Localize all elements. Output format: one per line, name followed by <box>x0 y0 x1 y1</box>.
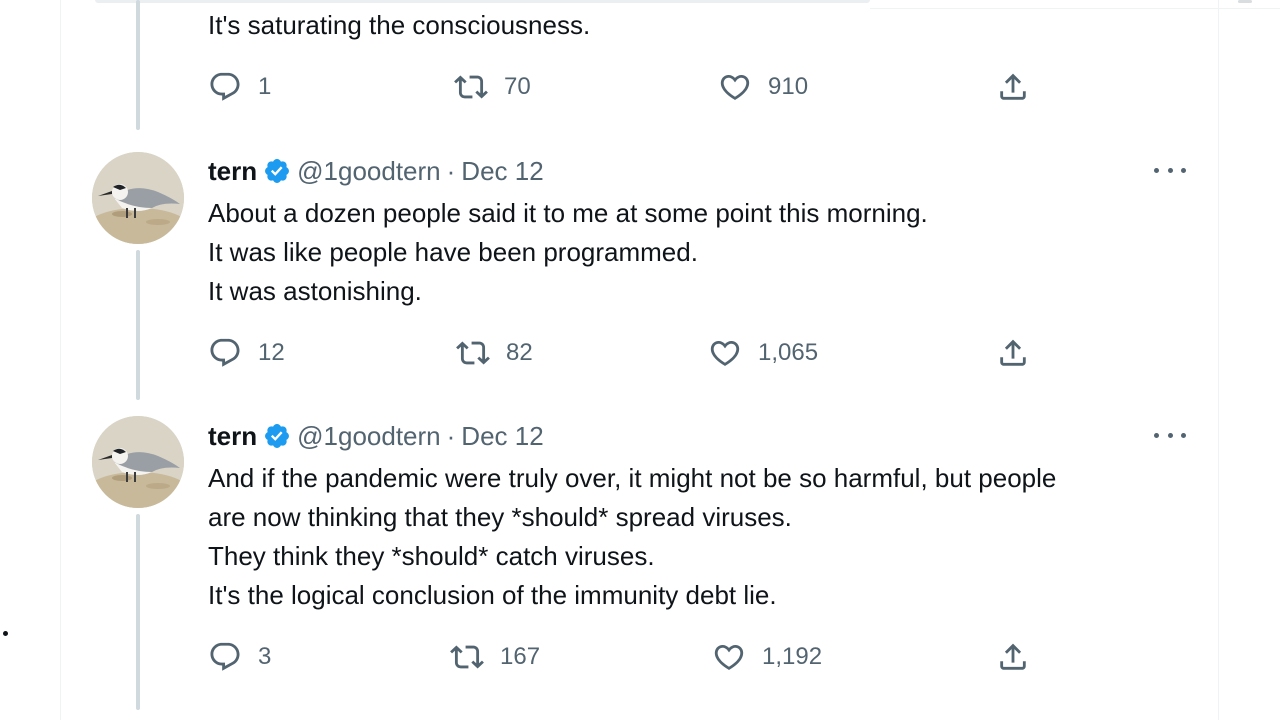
separator-dot: · <box>446 155 456 186</box>
like-icon <box>710 340 740 366</box>
tweet-text-line: About a dozen people said it to me at so… <box>208 198 928 228</box>
author-handle[interactable]: @1goodtern <box>297 156 441 187</box>
reply-icon <box>210 642 240 671</box>
like-button[interactable]: 910 <box>718 70 808 104</box>
like-button[interactable]: 1,065 <box>708 336 818 370</box>
verified-badge-icon <box>263 422 291 450</box>
like-count: 1,065 <box>758 339 819 366</box>
tweet-text-line: It's the logical conclusion of the immun… <box>208 580 777 610</box>
more-icon <box>1154 167 1159 173</box>
reply-button[interactable]: 3 <box>208 640 271 674</box>
author-handle[interactable]: @1goodtern <box>297 421 441 452</box>
retweet-count: 70 <box>504 73 531 100</box>
tweet-text: And if the pandemic were truly over, it … <box>208 459 1056 615</box>
more-options-button[interactable] <box>1150 160 1190 180</box>
tern-bird-photo <box>92 152 184 244</box>
reply-icon <box>210 72 240 101</box>
retweet-icon <box>450 645 484 669</box>
retweet-count: 167 <box>500 643 541 670</box>
share-icon <box>1000 73 1026 100</box>
tweet-header: tern @1goodtern · Dec 12 <box>208 418 544 454</box>
reply-count: 3 <box>258 643 272 670</box>
tweet-text-line: They think they *should* catch viruses. <box>208 541 655 571</box>
tweet-text: About a dozen people said it to me at so… <box>208 194 928 311</box>
author-name[interactable]: tern <box>208 421 257 452</box>
tweet-text-line: are now thinking that they *should* spre… <box>208 502 792 532</box>
avatar[interactable] <box>92 416 184 508</box>
reply-count: 12 <box>258 339 285 366</box>
more-icon <box>1154 432 1159 438</box>
timeline-left-border <box>60 0 61 720</box>
tweet-text-line: It was astonishing. <box>208 276 422 306</box>
like-count: 910 <box>768 73 809 100</box>
share-button[interactable] <box>996 640 1030 674</box>
tweet-header: tern @1goodtern · Dec 12 <box>208 153 544 189</box>
reply-icon <box>210 338 240 367</box>
stray-dot <box>3 631 8 636</box>
tweet-text-line: It's saturating the consciousness. <box>208 10 591 40</box>
corner-remnant <box>1238 0 1252 3</box>
retweet-count: 82 <box>506 339 533 366</box>
separator-dot: · <box>446 420 456 451</box>
avatar[interactable] <box>92 152 184 244</box>
like-icon <box>714 644 744 670</box>
retweet-icon <box>456 341 490 365</box>
share-button[interactable] <box>996 70 1030 104</box>
tern-bird-photo <box>92 416 184 508</box>
author-name[interactable]: tern <box>208 156 257 187</box>
timeline-right-border <box>1218 0 1219 720</box>
top-bar-remnant <box>95 0 870 3</box>
share-icon <box>1000 643 1026 670</box>
share-icon <box>1000 339 1026 366</box>
like-icon <box>720 74 750 100</box>
retweet-icon <box>454 75 488 99</box>
tweet-text-line: And if the pandemic were truly over, it … <box>208 463 1057 493</box>
verified-badge-icon <box>263 157 291 185</box>
retweet-button[interactable]: 70 <box>454 70 531 104</box>
like-button[interactable]: 1,192 <box>712 640 822 674</box>
tweet-date[interactable]: Dec 12 <box>461 156 543 187</box>
tweet-date[interactable]: Dec 12 <box>461 421 543 452</box>
like-count: 1,192 <box>762 643 823 670</box>
thread-connector-line <box>136 514 140 710</box>
reply-button[interactable]: 12 <box>208 336 285 370</box>
more-options-button[interactable] <box>1150 425 1190 445</box>
share-button[interactable] <box>996 336 1030 370</box>
reply-button[interactable]: 1 <box>208 70 271 104</box>
tweet-text-line: It was like people have been programmed. <box>208 237 698 267</box>
retweet-button[interactable]: 167 <box>450 640 540 674</box>
tweet-text: It's saturating the consciousness. <box>208 6 590 45</box>
thread-connector-line <box>136 0 140 130</box>
reply-count: 1 <box>258 73 272 100</box>
retweet-button[interactable]: 82 <box>456 336 533 370</box>
thread-connector-line <box>136 250 140 400</box>
